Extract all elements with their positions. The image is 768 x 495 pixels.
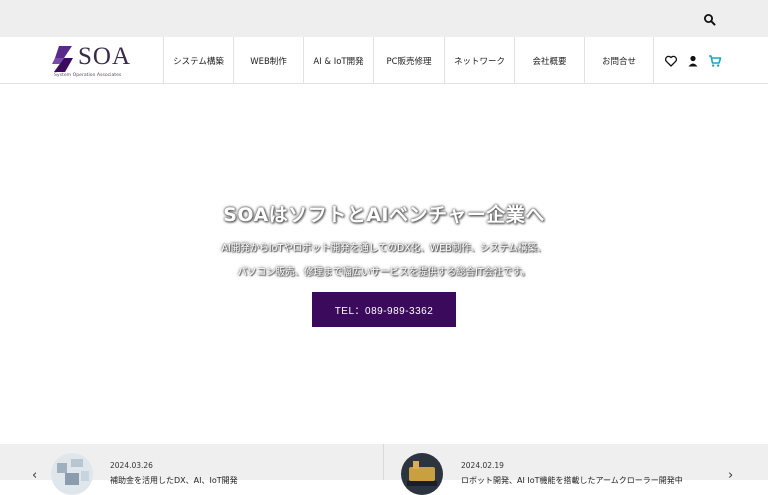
hero-title: SOAはソフトとAIベンチャー企業へ [223,204,545,226]
hero-description-line-2: パソコン販売、修理まで幅広いサービスを提供する総合IT会社です。 [237,267,531,278]
hero-section: SOAはソフトとAIベンチャー企業へ AI開発からIoTやロボット開発を通しての… [0,84,768,444]
tel-button[interactable]: TEL：089-989-3362 [312,292,456,327]
nav-item-company[interactable]: 会社概要 [514,37,584,84]
search-icon[interactable] [703,12,717,26]
chevron-left-icon[interactable]: ‹ [32,468,37,483]
logo-mark-icon [50,44,78,74]
site-logo[interactable]: SOA System Operation Associates [50,41,160,81]
news-thumbnail [51,453,93,495]
nav-item-pc[interactable]: PC販売修理 [373,37,444,84]
user-icon[interactable] [686,53,700,67]
site-header: SOA System Operation Associates システム構築 W… [0,37,768,84]
news-date: 2024.03.26 [110,461,153,470]
news-title: 補助金を活用したDX、AI、IoT開発 [110,476,238,485]
news-title: ロボット開発、AI IoT機能を搭載したアームクローラー開発中 [461,476,683,485]
nav-item-ai-iot[interactable]: AI & IoT開発 [303,37,373,84]
hero-description-line-1: AI開発からIoTやロボット開発を通してのDX化、WEB制作、システム構築、 [221,243,547,254]
nav-item-contact[interactable]: お問合せ [584,37,654,84]
cart-icon[interactable] [708,53,722,67]
nav-item-network[interactable]: ネットワーク [444,37,514,84]
logo-tagline: System Operation Associates [54,73,122,78]
news-divider [383,444,384,480]
top-utility-bar [0,0,768,37]
news-date: 2024.02.19 [461,461,504,470]
nav-item-web[interactable]: WEB制作 [233,37,303,84]
main-navigation: システム構築 WEB制作 AI & IoT開発 PC販売修理 ネットワーク 会社… [163,37,654,84]
heart-icon[interactable] [664,53,678,67]
header-icons [664,53,722,67]
logo-name: SOA [78,43,132,70]
chevron-right-icon[interactable]: › [728,468,733,483]
news-thumbnail [401,453,443,495]
news-carousel: ‹ 2024.03.26 補助金を活用したDX、AI、IoT開発 2024.02… [0,444,768,495]
nav-item-system[interactable]: システム構築 [163,37,233,84]
